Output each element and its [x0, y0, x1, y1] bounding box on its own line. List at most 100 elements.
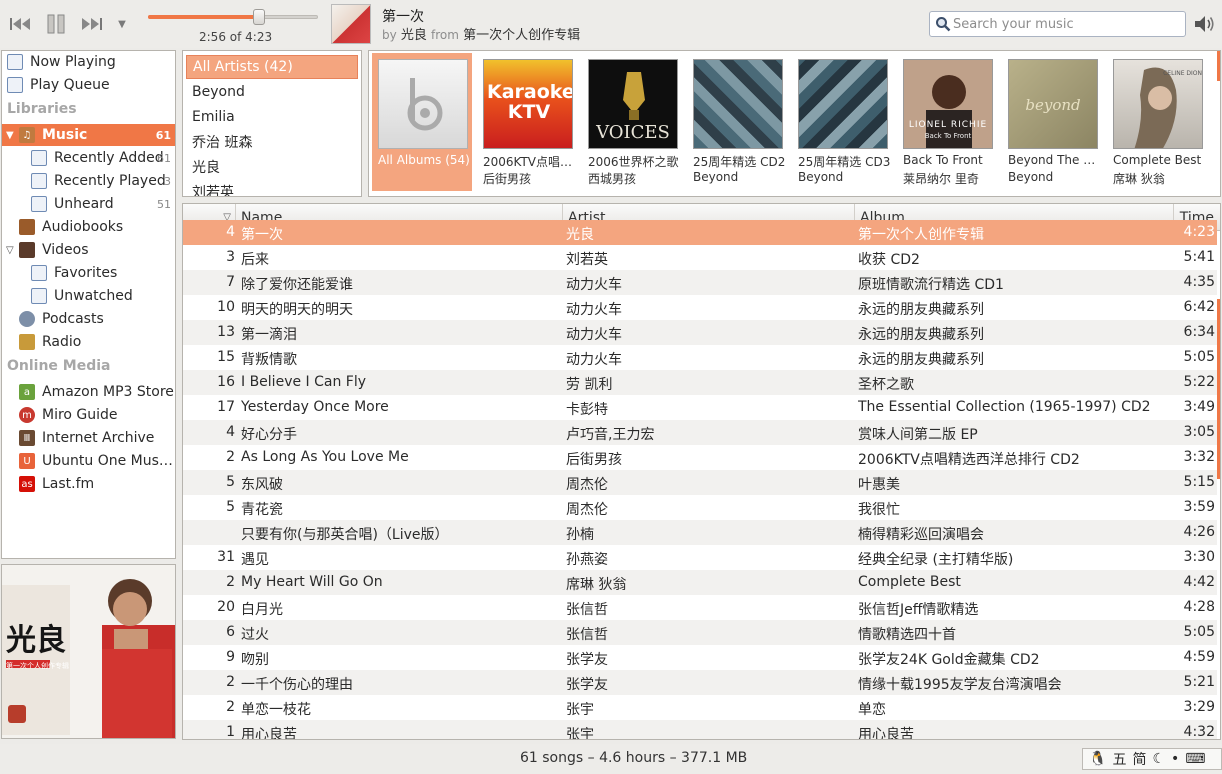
album-artist: 席琳 狄翁	[1113, 172, 1165, 186]
track-row[interactable]: 4 好心分手 卢巧音,王力宏 赏味人间第二版 EP 3:05	[183, 420, 1217, 445]
sidebar-item-miro[interactable]: m Miro Guide	[2, 404, 175, 426]
penguin-icon[interactable]: 🐧	[1089, 751, 1106, 767]
artist-item[interactable]: 光良	[186, 155, 358, 179]
track-row[interactable]: 20 白月光 张信哲 张信哲Jeff情歌精选 4:28	[183, 595, 1217, 620]
previous-track-button[interactable]	[6, 13, 34, 35]
track-list-scrollbar[interactable]	[1217, 299, 1220, 479]
sidebar-item-music[interactable]: ▼ ♫ Music 61	[2, 124, 175, 146]
search-input[interactable]	[953, 14, 1181, 34]
search-box[interactable]	[929, 11, 1186, 37]
track-artist: 动力火车	[566, 277, 622, 293]
sidebar-item-ubuntu-one[interactable]: U Ubuntu One Music Store	[2, 450, 175, 472]
volume-button[interactable]	[1193, 13, 1217, 35]
sidebar-item-label: Recently Played	[54, 173, 166, 189]
expander-down-icon[interactable]: ▽	[6, 245, 14, 256]
track-row[interactable]: 2 As Long As You Love Me 后街男孩 2006KTV点唱精选西洋…	[183, 445, 1217, 470]
sidebar-item-recently-played[interactable]: Recently Played 3	[2, 170, 175, 192]
track-row[interactable]: 13 第一滴泪 动力火车 永远的朋友典藏系列 6:34	[183, 320, 1217, 345]
track-row[interactable]: 15 背叛情歌 动力火车 永远的朋友典藏系列 5:05	[183, 345, 1217, 370]
sidebar-item-radio[interactable]: Radio	[2, 331, 175, 353]
ime-mode-button[interactable]: 五	[1112, 749, 1126, 769]
track-row[interactable]: 只要有你(与那英合唱)（Live版） 孙楠 楠得精彩巡回演唱会 4:26	[183, 520, 1217, 545]
sidebar-item-podcasts[interactable]: Podcasts	[2, 308, 175, 330]
sidebar-item-label: Internet Archive	[42, 430, 155, 446]
sidebar-item-internet-archive[interactable]: Ⅲ Internet Archive	[2, 427, 175, 449]
track-name: 只要有你(与那英合唱)（Live版）	[241, 527, 449, 543]
seek-slider[interactable]	[148, 9, 318, 25]
sidebar-item-play-queue[interactable]: Play Queue	[2, 74, 175, 96]
track-name: 单恋一枝花	[241, 702, 311, 718]
album-item[interactable]: CELINE DION Complete Best 席琳 狄翁	[1107, 53, 1207, 191]
album-cover-subtitle: Back To Front	[924, 132, 972, 140]
track-row[interactable]: 6 过火 张信哲 情歌精选四十首 5:05	[183, 620, 1217, 645]
ime-simplified-button[interactable]: 简	[1132, 749, 1146, 769]
seek-progress-fill	[148, 15, 260, 19]
sidebar-item-unwatched[interactable]: Unwatched	[2, 285, 175, 307]
sidebar-item-favorites[interactable]: Favorites	[2, 262, 175, 284]
track-number: 2	[226, 449, 235, 465]
track-number: 16	[217, 374, 235, 390]
chevron-down-icon: ▼	[118, 18, 126, 30]
track-album: 用心良苦	[858, 727, 914, 740]
sidebar-item-label: Podcasts	[42, 311, 104, 327]
expander-down-icon[interactable]: ▼	[6, 130, 14, 141]
artist-item[interactable]: 乔治 班森	[186, 130, 358, 154]
album-scrollbar[interactable]	[1217, 51, 1220, 81]
seek-handle[interactable]	[253, 9, 266, 25]
track-row[interactable]: 17 Yesterday Once More 卡彭特 The Essential Co…	[183, 395, 1217, 420]
sidebar-item-lastfm[interactable]: as Last.fm	[2, 473, 175, 495]
sidebar-item-videos[interactable]: ▽ Videos	[2, 239, 175, 261]
track-row[interactable]: 7 除了爱你还能爱谁 动力火车 原班情歌流行精选 CD1 4:35	[183, 270, 1217, 295]
album-item[interactable]: beyond Beyond The Ultimate Story Beyond	[1002, 53, 1104, 191]
track-row-playing[interactable]: 4 第一次 光良 第一次个人创作专辑 4:23	[183, 220, 1217, 245]
track-row[interactable]: 31 遇见 孙燕姿 经典全纪录 (主打精华版) 3:30	[183, 545, 1217, 570]
track-row[interactable]: 16 I Believe I Can Fly 劳 凯利 圣杯之歌 5:22	[183, 370, 1217, 395]
track-duration: 4:59	[1183, 649, 1215, 665]
sidebar-item-audiobooks[interactable]: Audiobooks	[2, 216, 175, 238]
artist-item-all[interactable]: All Artists (42)	[186, 55, 358, 79]
album-item[interactable]: VOICES 2006世界杯之歌 西城男孩	[582, 53, 682, 191]
sidebar-item-unheard[interactable]: Unheard 51	[2, 193, 175, 215]
punctuation-icon[interactable]: •	[1171, 751, 1179, 767]
album-item[interactable]: Karaoke KTV 2006KTV点唱精选西洋总排行 CD2 后街男孩	[477, 53, 579, 191]
track-artist: 张信哲	[566, 602, 608, 618]
artist-item[interactable]: Emilia	[186, 105, 358, 129]
now-playing-album-art[interactable]	[331, 4, 371, 44]
music-note-icon: ♫	[19, 127, 35, 143]
track-row[interactable]: 10 明天的明天的明天 动力火车 永远的朋友典藏系列 6:42	[183, 295, 1217, 320]
track-row[interactable]: 9 吻别 张学友 张学友24K Gold金藏集 CD2 4:59	[183, 645, 1217, 670]
artist-item[interactable]: Beyond	[186, 80, 358, 104]
track-artist: 张学友	[566, 677, 608, 693]
cover-art-panel[interactable]: 光良 第一次个人创作专辑	[1, 564, 176, 739]
track-row[interactable]: 5 青花瓷 周杰伦 我很忙 3:59	[183, 495, 1217, 520]
album-item[interactable]: 25周年精选 CD2 Beyond	[687, 53, 787, 191]
track-name: 好心分手	[241, 427, 297, 443]
track-row[interactable]: 1 用心良苦 张宇 用心良苦 4:32	[183, 720, 1217, 740]
playback-menu-button[interactable]: ▼	[114, 13, 130, 35]
artist-browser: All Artists (42) Beyond Emilia 乔治 班森 光良 …	[182, 50, 362, 197]
next-track-button[interactable]	[78, 13, 106, 35]
album-artist: 莱昂纳尔 里奇	[903, 172, 979, 186]
album-title: 25周年精选 CD2	[693, 155, 786, 169]
track-row[interactable]: 5 东风破 周杰伦 叶惠美 5:15	[183, 470, 1217, 495]
track-number: 20	[217, 599, 235, 615]
track-row[interactable]: 2 My Heart Will Go On 席琳 狄翁 Complete Best 4:…	[183, 570, 1217, 595]
sidebar-item-recently-added[interactable]: Recently Added 61	[2, 147, 175, 169]
by-word: by	[382, 28, 397, 42]
track-name: 遇见	[241, 552, 269, 568]
track-artist: 动力火车	[566, 327, 622, 343]
album-item[interactable]: LIONEL RICHIE Back To Front Back To Fron…	[897, 53, 997, 191]
sidebar-item-amazon[interactable]: a Amazon MP3 Store	[2, 381, 175, 403]
album-item-all[interactable]: All Albums (54)	[372, 53, 472, 191]
track-row[interactable]: 2 一千个伤心的理由 张学友 情缘十载1995友学友台湾演唱会 5:21	[183, 670, 1217, 695]
album-item[interactable]: 25周年精选 CD3 Beyond	[792, 53, 892, 191]
track-album: 我很忙	[858, 502, 900, 518]
sidebar-item-now-playing[interactable]: Now Playing	[2, 51, 175, 73]
track-row[interactable]: 2 单恋一枝花 张宇 单恋 3:29	[183, 695, 1217, 720]
keyboard-icon[interactable]: ⌨	[1185, 751, 1205, 767]
pause-button[interactable]	[42, 13, 70, 35]
track-duration: 4:28	[1183, 599, 1215, 615]
artist-item[interactable]: 刘若英	[186, 180, 358, 196]
moon-icon[interactable]: ☾	[1152, 751, 1165, 767]
track-row[interactable]: 3 后来 刘若英 收获 CD2 5:41	[183, 245, 1217, 270]
